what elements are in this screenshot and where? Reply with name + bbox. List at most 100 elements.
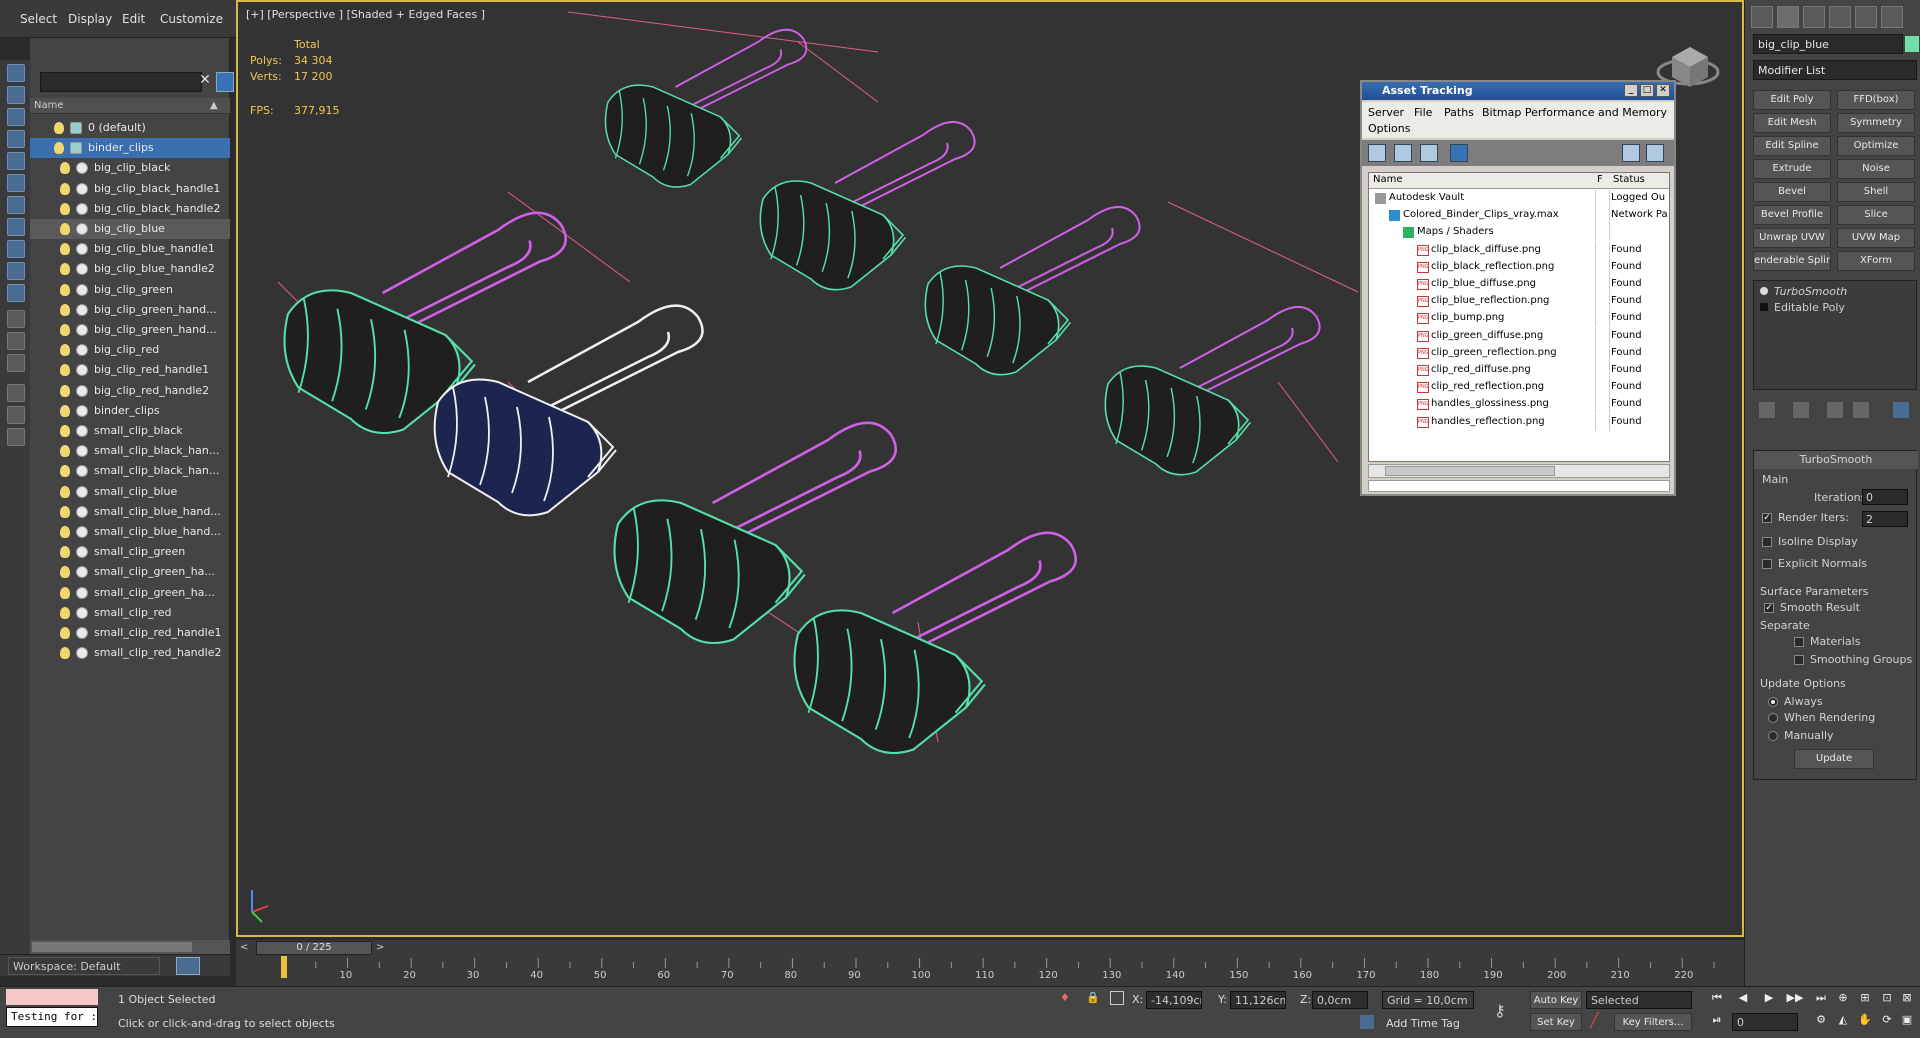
time-slider[interactable]: < 0 / 225 >: [236, 940, 1744, 956]
object-row[interactable]: big_clip_green: [30, 280, 230, 300]
object-color-swatch[interactable]: [1905, 36, 1919, 52]
object-row[interactable]: small_clip_red_handle1: [30, 623, 230, 643]
asset-row[interactable]: PNG clip_red_reflection.png Found: [1369, 379, 1669, 397]
smooth-result-checkbox[interactable]: ✓: [1764, 603, 1774, 613]
isoline-checkbox[interactable]: [1762, 537, 1772, 547]
sort-arrow-icon[interactable]: ▲: [210, 100, 218, 111]
explorer-horizontal-scrollbar[interactable]: [30, 940, 230, 954]
visibility-bulb-icon[interactable]: [60, 445, 70, 458]
asset-window-title[interactable]: Asset Tracking _ □ ✕: [1362, 82, 1674, 100]
help-icon[interactable]: [1622, 144, 1640, 162]
modifier-button[interactable]: Noise: [1837, 159, 1915, 179]
settings-icon[interactable]: [1646, 144, 1664, 162]
col-status[interactable]: Status: [1613, 174, 1645, 185]
configure-sets-icon[interactable]: [1893, 402, 1909, 418]
maxscript-listener[interactable]: Testing for :: [6, 1007, 98, 1027]
visibility-bulb-icon[interactable]: [60, 303, 70, 316]
time-config-icon[interactable]: ⚙: [1812, 1013, 1830, 1031]
manually-radio[interactable]: [1768, 731, 1778, 741]
asset-row[interactable]: PNG handles_glossiness.png Found: [1369, 396, 1669, 414]
render-iters-spinner[interactable]: 2: [1862, 511, 1908, 527]
binder-clip[interactable]: [924, 206, 1141, 376]
asset-menu-file[interactable]: File: [1414, 106, 1432, 119]
modifier-button[interactable]: Optimize: [1837, 136, 1915, 156]
object-row[interactable]: small_clip_red_handle2: [30, 643, 230, 663]
visibility-bulb-icon[interactable]: [60, 526, 70, 538]
object-row[interactable]: small_clip_black_han...: [30, 441, 230, 461]
visibility-bulb-icon[interactable]: [60, 647, 70, 660]
refresh-icon[interactable]: [1368, 144, 1386, 162]
binder-clip-selected[interactable]: [433, 304, 704, 517]
fov-icon[interactable]: ◭: [1834, 1013, 1852, 1031]
display-none-all-icon[interactable]: [7, 332, 25, 350]
current-frame-field[interactable]: 0: [1732, 1013, 1798, 1031]
visibility-bulb-icon[interactable]: [60, 243, 70, 256]
turbosmooth-title[interactable]: TurboSmooth: [1754, 451, 1918, 469]
object-row[interactable]: big_clip_green_hand...: [30, 320, 230, 340]
visibility-bulb-icon[interactable]: [60, 465, 70, 478]
visibility-bulb-icon[interactable]: [60, 425, 70, 437]
play-icon[interactable]: ▶: [1760, 991, 1778, 1009]
lock-selection-icon[interactable]: 🔒: [1086, 991, 1100, 1005]
display-tab-icon[interactable]: [1855, 6, 1877, 28]
explorer-search-input[interactable]: [40, 72, 202, 92]
menu-display[interactable]: Display: [68, 12, 112, 26]
visibility-bulb-icon[interactable]: [60, 606, 70, 619]
binder-clip[interactable]: [759, 121, 976, 291]
display-shapes-icon[interactable]: [7, 108, 25, 126]
visibility-bulb-icon[interactable]: [60, 627, 70, 639]
smoothing-groups-checkbox[interactable]: [1794, 655, 1804, 665]
prev-key-icon[interactable]: ◀: [1734, 991, 1752, 1009]
display-containers-icon[interactable]: [7, 284, 25, 302]
asset-menu-options[interactable]: Options: [1368, 122, 1410, 135]
display-lights-icon[interactable]: [7, 130, 25, 148]
modifier-on-icon[interactable]: [1760, 287, 1768, 295]
render-iters-checkbox[interactable]: ✓: [1762, 513, 1772, 523]
hierarchy-icon[interactable]: [7, 406, 25, 424]
asset-row[interactable]: PNG clip_black_diffuse.png Found: [1369, 241, 1669, 259]
filter-icon[interactable]: [7, 384, 25, 402]
goto-start-icon[interactable]: ⏮: [1708, 991, 1726, 1009]
visibility-bulb-icon[interactable]: [60, 182, 70, 195]
asset-row[interactable]: PNG handles_reflection.png Found: [1369, 413, 1669, 431]
add-time-tag[interactable]: Add Time Tag: [1386, 1017, 1460, 1030]
invert-display-icon[interactable]: [7, 354, 25, 372]
object-row[interactable]: small_clip_green: [30, 542, 230, 562]
display-cameras-icon[interactable]: [7, 152, 25, 170]
time-slider-thumb[interactable]: 0 / 225: [256, 941, 372, 955]
orbit-icon[interactable]: ⟳: [1878, 1013, 1896, 1031]
layer-icon[interactable]: [7, 428, 25, 446]
binder-clip[interactable]: [604, 28, 808, 188]
goto-end-icon[interactable]: ⏭: [1812, 991, 1830, 1009]
maxscript-mini-listener[interactable]: [6, 989, 98, 1005]
utilities-tab-icon[interactable]: [1881, 6, 1903, 28]
display-groups-icon[interactable]: [7, 218, 25, 236]
zoom-extents-all-icon[interactable]: ⊠: [1898, 991, 1916, 1009]
layer-row[interactable]: binder_clips: [30, 138, 230, 159]
modifier-button[interactable]: Edit Spline: [1753, 136, 1831, 156]
display-none-icon[interactable]: [7, 64, 25, 82]
create-tab-icon[interactable]: [1751, 6, 1773, 28]
visibility-bulb-icon[interactable]: [60, 263, 70, 276]
remove-modifier-icon[interactable]: [1853, 402, 1869, 418]
track-bar[interactable]: 10 20 30 40 50 60 70 80 90 100 110 120 130 140 150 160 1…: [236, 956, 1744, 986]
transform-mode-icon[interactable]: [1110, 991, 1124, 1005]
object-row[interactable]: small_clip_blue_hand...: [30, 522, 230, 542]
auto-key-button[interactable]: Auto Key: [1530, 991, 1582, 1009]
maximize-viewport-icon[interactable]: ▣: [1898, 1013, 1916, 1031]
prev-frame-icon[interactable]: <: [240, 942, 252, 954]
asset-row[interactable]: PNG clip_green_reflection.png Found: [1369, 344, 1669, 362]
menu-select[interactable]: Select: [20, 12, 57, 26]
asset-row[interactable]: PNG clip_blue_reflection.png Found: [1369, 293, 1669, 311]
modifier-button[interactable]: Edit Poly: [1753, 90, 1831, 110]
asset-row[interactable]: PNG clip_bump.png Found: [1369, 310, 1669, 328]
visibility-bulb-icon[interactable]: [60, 485, 70, 498]
hierarchy-tab-icon[interactable]: [1803, 6, 1825, 28]
zoom-all-icon[interactable]: ⊞: [1856, 991, 1874, 1009]
display-bones-icon[interactable]: [7, 262, 25, 280]
asset-tracking-window[interactable]: Asset Tracking _ □ ✕ Server File Paths B…: [1360, 80, 1676, 496]
visibility-bulb-icon[interactable]: [60, 566, 70, 579]
key-mode-icon[interactable]: ⏯: [1708, 1013, 1726, 1031]
visibility-bulb-icon[interactable]: [60, 223, 70, 235]
scrollbar-thumb[interactable]: [32, 942, 192, 952]
